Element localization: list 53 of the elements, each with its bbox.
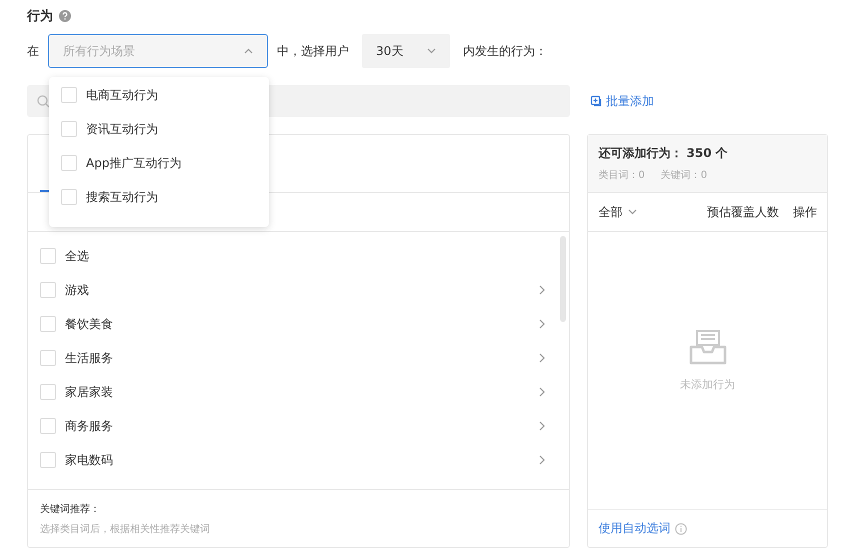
empty-inbox-icon [688,329,727,365]
checkbox[interactable] [40,384,56,400]
chevron-right-icon[interactable] [539,319,546,329]
category-label[interactable]: 家居家装 [65,384,530,400]
chevron-right-icon[interactable] [539,387,546,397]
batch-add-link[interactable]: 批量添加 [590,92,654,110]
chevron-right-icon[interactable] [539,421,546,431]
checkbox[interactable] [40,350,56,366]
section-title: 行为 [27,8,53,25]
filter-dropdown[interactable]: 全部 [598,204,707,220]
empty-text: 未添加行为 [680,377,736,392]
category-label[interactable]: 餐饮美食 [65,316,530,332]
caret-icon [628,209,638,215]
help-icon[interactable] [675,522,688,534]
category-label[interactable]: 生活服务 [65,350,530,366]
checkbox[interactable] [40,316,56,332]
checkbox[interactable] [61,155,77,171]
search-icon [37,94,50,108]
checkbox[interactable] [40,248,56,264]
checkbox[interactable] [61,87,77,103]
remaining-count: 还可添加行为： 350 个 [598,145,729,162]
caret-icon [244,48,253,54]
scrollbar[interactable] [560,236,566,322]
caret-icon [427,48,436,54]
keyword-recommend-hint: 选择类目词后，根据相关性推荐关键词 [40,522,211,536]
scene-option[interactable]: 电商互动行为 [49,78,269,112]
checkbox[interactable] [61,121,77,137]
checkbox[interactable] [40,452,56,468]
keyword-count: 关键词：0 [660,168,708,182]
period-select[interactable]: 30天 [362,34,450,68]
category-label[interactable]: 游戏 [65,282,530,298]
filter-prefix: 在 [27,42,39,60]
auto-keyword-link[interactable]: 使用自动选词 [598,520,670,537]
scene-option[interactable]: App推广互动行为 [49,146,269,180]
filter-suffix: 内发生的行为： [463,42,547,60]
keyword-recommend-title: 关键词推荐： [40,502,101,516]
filter-middle-text: 中，选择用户 [277,42,349,60]
category-label[interactable]: 家电数码 [65,452,530,468]
checkbox[interactable] [61,189,77,205]
chevron-right-icon[interactable] [539,353,546,363]
column-header: 操作 [793,204,817,220]
chevron-right-icon[interactable] [539,285,546,295]
help-icon[interactable] [59,10,71,22]
add-square-icon [590,95,602,107]
checkbox[interactable] [40,282,56,298]
scene-option[interactable]: 资讯互动行为 [49,112,269,146]
category-count: 类目词：0 [598,168,645,182]
column-header: 预估覆盖人数 [707,204,779,220]
chevron-right-icon[interactable] [539,455,546,465]
category-label[interactable]: 全选 [65,248,546,264]
scene-option[interactable]: 搜索互动行为 [49,180,269,214]
category-label[interactable]: 商务服务 [65,418,530,434]
checkbox[interactable] [40,418,56,434]
